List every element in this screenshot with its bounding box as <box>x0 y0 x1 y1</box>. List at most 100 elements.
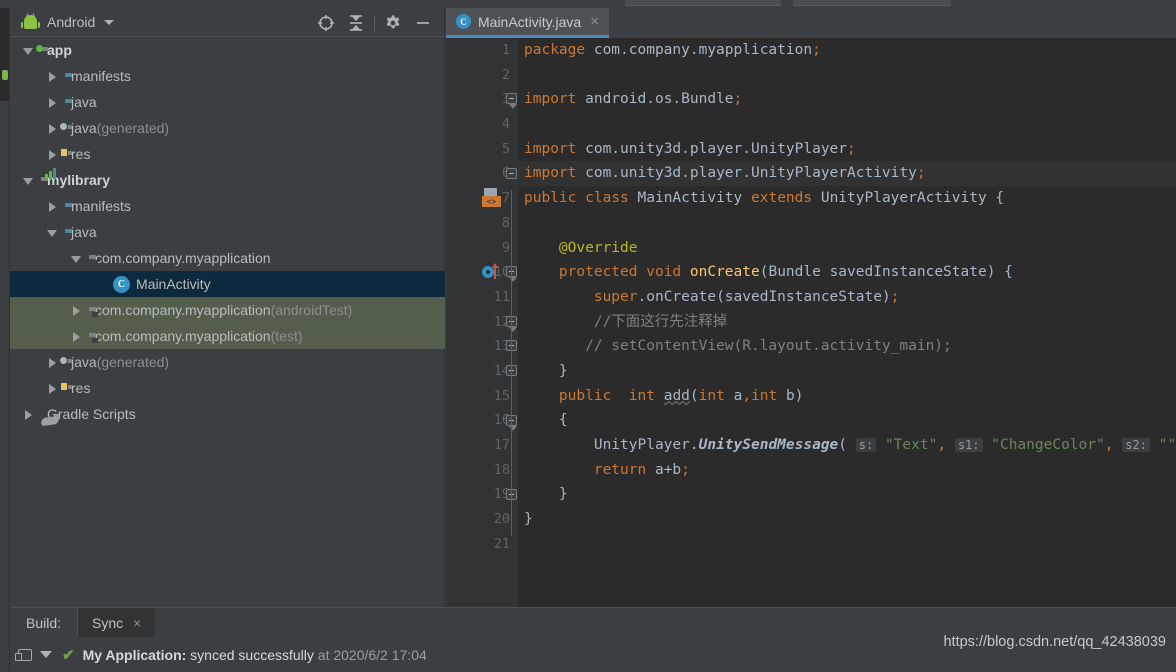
tree-node-com-company-myapplication[interactable]: com.company.myapplication (androidTest) <box>10 297 445 323</box>
code-line[interactable]: import android.os.Bundle; <box>518 87 1176 112</box>
editor-tab-mainactivity[interactable]: C MainActivity.java × <box>446 8 609 38</box>
chevron-down-icon[interactable] <box>104 19 115 25</box>
code-editor: C MainActivity.java × 123456789101112131… <box>446 8 1176 608</box>
code-line[interactable]: { <box>518 408 1176 433</box>
toolbar-divider <box>374 14 375 31</box>
tree-node-label: java <box>71 354 97 370</box>
tree-node-label: MainActivity <box>136 276 211 292</box>
tree-node-java[interactable]: java (generated) <box>10 349 445 375</box>
code-canvas[interactable]: 123456789101112131415161718192021<> pack… <box>446 38 1176 608</box>
class-marker-icon[interactable]: <> <box>482 188 501 208</box>
build-tab-sync[interactable]: Sync × <box>78 608 156 637</box>
minimize-icon[interactable] <box>408 8 438 37</box>
tree-node-scope: (generated) <box>96 354 170 370</box>
build-label: Build: <box>10 608 79 637</box>
code-line[interactable]: import com.unity3d.player.UnityPlayerAct… <box>518 161 1176 187</box>
fold-column[interactable] <box>506 38 518 608</box>
tree-node-label: res <box>71 380 91 396</box>
expand-arrow-icon[interactable] <box>46 226 59 239</box>
tree-node-label: com.company.myapplication <box>95 328 271 344</box>
tree-node-manifests[interactable]: manifests <box>10 63 445 89</box>
expand-arrow-icon[interactable] <box>22 408 35 421</box>
tree-node-mylibrary[interactable]: mylibrary <box>10 167 445 193</box>
tree-node-label: mylibrary <box>47 172 111 188</box>
expand-arrow-icon[interactable] <box>46 96 59 109</box>
collapse-all-icon[interactable] <box>341 8 371 37</box>
expand-arrow-icon[interactable] <box>46 148 59 161</box>
tree-node-label: res <box>71 146 91 162</box>
code-line[interactable]: @Override <box>518 236 1176 261</box>
tree-node-label: com.company.myapplication <box>95 250 271 266</box>
tree-node-res[interactable]: res <box>10 375 445 401</box>
expand-arrow-icon[interactable] <box>70 252 83 265</box>
code-line[interactable]: public class MainActivity extends UnityP… <box>518 186 1176 211</box>
code-line[interactable]: return a+b; <box>518 458 1176 483</box>
tree-node-scope: (generated) <box>96 120 170 136</box>
expand-arrow-icon[interactable] <box>46 382 59 395</box>
tree-node-label: app <box>47 42 72 58</box>
tree-node-manifests[interactable]: manifests <box>10 193 445 219</box>
code-line[interactable] <box>518 532 1176 557</box>
code-line[interactable]: } <box>518 507 1176 532</box>
code-line[interactable]: } <box>518 482 1176 507</box>
locate-target-icon[interactable] <box>311 8 341 37</box>
code-line[interactable]: } <box>518 359 1176 384</box>
restart-build-icon[interactable] <box>15 648 32 661</box>
tree-node-mainactivity[interactable]: C MainActivity <box>10 271 445 297</box>
gear-icon[interactable] <box>378 8 408 37</box>
build-tab-label: Sync <box>92 614 124 631</box>
fold-toggle-icon[interactable] <box>506 167 517 179</box>
code-line[interactable]: //下面这行先注释掉 <box>518 310 1176 335</box>
top-toolbar-sliver <box>0 0 1176 8</box>
expand-arrow-icon[interactable] <box>22 174 35 187</box>
override-method-icon[interactable] <box>482 263 500 280</box>
project-tree[interactable]: app manifests java java (generated) res mylib… <box>10 37 445 608</box>
tree-node-label: java <box>71 224 97 240</box>
expand-arrow-icon[interactable] <box>22 44 35 57</box>
expand-arrow-icon[interactable] <box>46 356 59 369</box>
tree-node-label: Gradle Scripts <box>47 406 136 422</box>
tree-node-com-company-myapplication[interactable]: com.company.myapplication <box>10 245 445 271</box>
code-line[interactable] <box>518 211 1176 236</box>
tree-node-com-company-myapplication[interactable]: com.company.myapplication (test) <box>10 323 445 349</box>
expand-arrow-icon[interactable] <box>46 200 59 213</box>
close-icon[interactable]: × <box>133 615 141 631</box>
expand-arrow-icon[interactable] <box>70 304 83 317</box>
toolbar-button-partial-1[interactable] <box>625 0 781 6</box>
project-panel-toolbar <box>311 8 438 37</box>
tree-node-java[interactable]: java <box>10 89 445 115</box>
code-line[interactable]: import com.unity3d.player.UnityPlayer; <box>518 137 1176 162</box>
project-view-selector-label[interactable]: Android <box>47 14 95 30</box>
expand-arrow-icon[interactable] <box>46 70 59 83</box>
code-line[interactable]: protected void onCreate(Bundle savedInst… <box>518 260 1176 285</box>
tree-node-java[interactable]: java (generated) <box>10 115 445 141</box>
tree-node-res[interactable]: res <box>10 141 445 167</box>
tree-node-label: com.company.myapplication <box>95 302 271 318</box>
tree-node-gradle-scripts[interactable]: Gradle Scripts <box>10 401 445 427</box>
fold-toggle-icon[interactable] <box>506 93 517 110</box>
tree-node-label: manifests <box>71 68 131 84</box>
fold-region-line <box>511 190 512 536</box>
tree-node-app[interactable]: app <box>10 37 445 63</box>
code-text-area[interactable]: package com.company.myapplication; import… <box>518 38 1176 608</box>
tree-node-java[interactable]: java <box>10 219 445 245</box>
expand-arrow-icon[interactable] <box>46 122 59 135</box>
build-app-name: My Application: <box>82 646 187 663</box>
code-line[interactable]: super.onCreate(savedInstanceState); <box>518 285 1176 310</box>
java-class-icon: C <box>456 14 471 29</box>
close-icon[interactable]: × <box>590 13 599 30</box>
toolbar-button-partial-2[interactable] <box>793 0 951 6</box>
tree-node-scope: (test) <box>270 328 303 344</box>
code-line[interactable] <box>518 63 1176 88</box>
tree-node-scope: (androidTest) <box>270 302 353 318</box>
code-line[interactable] <box>518 112 1176 137</box>
code-line[interactable]: public int add(int a,int b) <box>518 384 1176 409</box>
expand-arrow-icon[interactable] <box>70 330 83 343</box>
build-toolbar[interactable] <box>10 637 40 672</box>
code-line[interactable]: package com.company.myapplication; <box>518 38 1176 63</box>
left-tool-strip: Structure Favorites Build Variants <box>0 8 10 672</box>
code-line[interactable]: UnityPlayer.UnitySendMessage( s: "Text",… <box>518 433 1176 458</box>
code-line[interactable]: // setContentView(R.layout.activity_main… <box>518 334 1176 359</box>
expand-tree-icon[interactable] <box>40 651 52 658</box>
project-tool-window: Android app manifests java java (generat… <box>10 8 445 608</box>
